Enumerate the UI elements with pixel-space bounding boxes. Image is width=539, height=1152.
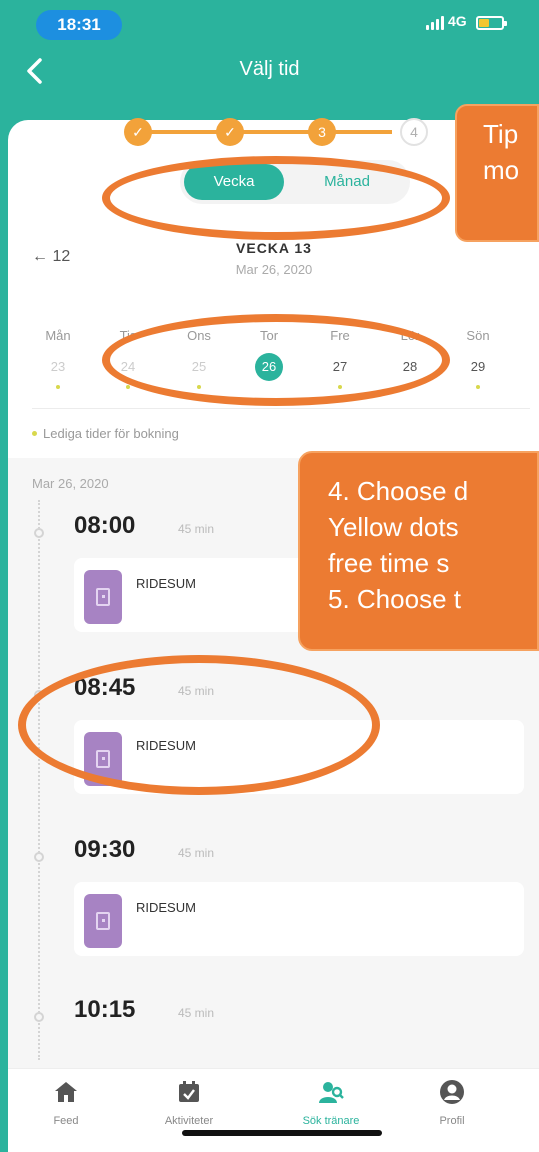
slot-time: 08:00 <box>74 512 136 539</box>
tab-label: Profil <box>439 1115 465 1127</box>
home-indicator <box>182 1130 382 1136</box>
day-sun[interactable]: Sön 29 <box>448 325 508 389</box>
slot-duration: 45 min <box>178 1006 215 1020</box>
annotation-ring <box>102 156 450 240</box>
day-number: 23 <box>50 359 66 374</box>
timeline-dot <box>34 852 44 862</box>
page-title: Välj tid <box>239 58 300 80</box>
day-mon[interactable]: Mån 23 <box>28 325 88 389</box>
availability-legend: Lediga tider för bokning <box>32 426 179 441</box>
step-done-icon: ✓ <box>216 118 244 146</box>
slot-duration: 45 min <box>178 846 215 860</box>
tab-activities[interactable]: Aktiviteter <box>139 1079 239 1127</box>
prev-week-button[interactable]: ← 12 <box>32 248 70 266</box>
session-icon <box>84 894 122 948</box>
status-bar: 18:31 4G <box>0 0 539 44</box>
divider <box>32 408 530 409</box>
availability-dot <box>476 385 480 389</box>
list-date: Mar 26, 2020 <box>32 476 109 491</box>
step-3: 3 <box>308 118 336 146</box>
timeline <box>34 500 44 1060</box>
callout-line: 5. Choose t <box>328 584 461 614</box>
status-time: 18:31 <box>36 10 122 40</box>
timeline-line <box>38 500 40 1060</box>
week-title: VECKA 13 <box>236 240 312 256</box>
legend-text: Lediga tider för bokning <box>43 426 179 441</box>
signal-icon <box>426 14 444 30</box>
day-name: Mån <box>45 328 71 343</box>
annotation-ring <box>18 655 380 795</box>
callout-line: free time s <box>328 548 450 578</box>
home-icon <box>55 1082 77 1102</box>
legend-dot-icon <box>32 431 37 436</box>
slot-card[interactable]: RIDESUM <box>74 882 524 956</box>
tab-feed[interactable]: Feed <box>16 1079 116 1127</box>
step-progress-line <box>132 130 392 134</box>
availability-dot <box>126 385 130 389</box>
slot-time: 10:15 <box>74 996 136 1023</box>
day-name: Sön <box>466 328 490 343</box>
nav-bar: Välj tid <box>0 44 539 104</box>
find-trainer-icon <box>319 1082 344 1103</box>
callout-line: Yellow dots <box>328 512 459 542</box>
network-type: 4G <box>448 13 467 29</box>
callout-line: Tip <box>483 119 519 149</box>
annotation-ring <box>102 314 450 406</box>
callout-line: 4. Choose d <box>328 476 469 506</box>
week-date: Mar 26, 2020 <box>235 262 313 277</box>
profile-icon <box>440 1080 464 1104</box>
slot-time: 09:30 <box>74 836 136 863</box>
tab-label: Sök tränare <box>302 1115 360 1127</box>
slot-name: RIDESUM <box>136 900 196 915</box>
slot-name: RIDESUM <box>136 576 196 591</box>
tab-profile[interactable]: Profil <box>402 1079 502 1127</box>
timeline-dot <box>34 1012 44 1022</box>
battery-icon <box>476 16 507 30</box>
bottom-tab-bar: Feed Aktiviteter Sök tränare Profil <box>8 1068 539 1152</box>
slot-duration: 45 min <box>178 522 215 536</box>
timeline-dot <box>34 528 44 538</box>
step-4: 4 <box>400 118 428 146</box>
tab-label: Aktiviteter <box>164 1115 214 1127</box>
tab-label: Feed <box>53 1115 79 1127</box>
day-number: 29 <box>470 359 486 374</box>
step-done-icon: ✓ <box>124 118 152 146</box>
annotation-callout: Tip mo <box>455 104 539 242</box>
session-icon <box>84 570 122 624</box>
callout-line: mo <box>483 155 520 185</box>
tab-find-trainer[interactable]: Sök tränare <box>281 1079 381 1127</box>
annotation-callout: 4. Choose d Yellow dots free time s 5. C… <box>298 451 539 651</box>
availability-dot <box>56 385 60 389</box>
step-indicator: ✓ ✓ 3 4 <box>110 112 440 152</box>
calendar-check-icon <box>179 1081 199 1102</box>
